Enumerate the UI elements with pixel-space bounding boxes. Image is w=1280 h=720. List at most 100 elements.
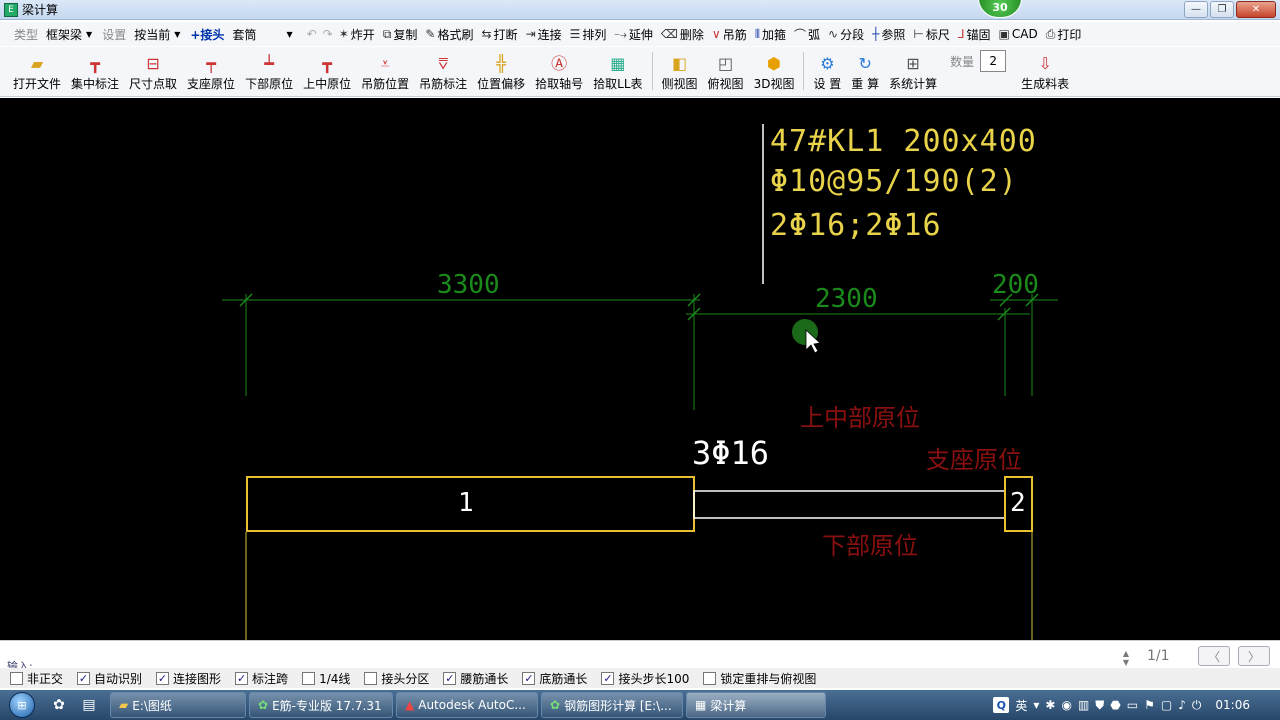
ime-language[interactable]: 英 (1015, 697, 1027, 714)
3d-view-button[interactable]: ⬢ 3D视图 (749, 46, 800, 96)
arc-button[interactable]: ⌒ 弧 (794, 26, 820, 43)
anchor-button[interactable]: ⅃ 锚固 (958, 26, 991, 43)
next-page-button[interactable]: 〉 (1238, 646, 1270, 666)
drawing-canvas[interactable]: 47#KL1 200x400 Φ10@95/190(2) 2Φ16;2Φ16 3… (0, 98, 1280, 640)
restore-button[interactable]: ❐ (1210, 1, 1234, 18)
start-button[interactable]: ⊞ (0, 690, 44, 720)
redo-icon[interactable]: ↷ (323, 27, 333, 41)
volume-icon[interactable]: ♪ (1178, 698, 1186, 712)
settings-select[interactable]: 按当前 ▼ (134, 26, 180, 43)
command-scroll[interactable]: ▲ ▼ (1120, 649, 1132, 669)
generate-schedule-button[interactable]: ⇩ 生成料表 (1016, 46, 1074, 96)
security-icon[interactable]: ◉ (1061, 698, 1071, 712)
settings-button[interactable]: ⚙ 设 置 (808, 46, 846, 96)
network-icon[interactable]: ▥ (1078, 698, 1089, 712)
option-checkbox[interactable]: ✓ 接头步长100 (601, 670, 689, 687)
clock[interactable]: 01:06 (1215, 698, 1250, 712)
ruler-button[interactable]: ⊢ 标尺 (913, 26, 949, 43)
explode-button[interactable]: ✶ 炸开 (339, 26, 375, 43)
print-button[interactable]: ⎙ 打印 (1046, 26, 1082, 43)
checkmark-icon[interactable]: ✓ (156, 671, 170, 685)
antivirus-icon[interactable]: ⬣ (1110, 698, 1120, 712)
stirrup-icon: ⦀ (754, 26, 760, 41)
bottom-original-button[interactable]: ┷ 下部原位 (240, 46, 298, 96)
option-checkbox[interactable]: 非正交 (10, 670, 63, 687)
checkmark-icon[interactable]: ✓ (443, 671, 457, 685)
dimension-pick-button[interactable]: ⊟ 尺寸点取 (124, 46, 182, 96)
open-file-button[interactable]: ▰ 打开文件 (8, 46, 66, 96)
add-stirrup-button[interactable]: ⦀ 加箍 (755, 26, 786, 43)
system-calculate-button[interactable]: ⊞ 系统计算 (884, 46, 942, 96)
flag-icon[interactable]: ⚑ (1144, 698, 1155, 712)
quantity-input[interactable]: 2 (980, 50, 1007, 72)
option-checkbox[interactable]: ✓ 自动识别 (77, 670, 142, 687)
shield-icon[interactable]: ⛊ (1095, 698, 1104, 713)
chevron-down-icon[interactable]: ▾ (1033, 698, 1039, 712)
checkmark-icon[interactable]: ✓ (601, 671, 615, 685)
prev-page-button[interactable]: 〈 (1198, 646, 1230, 666)
checkmark-icon[interactable]: ✓ (522, 671, 536, 685)
bluetooth-icon[interactable]: ✱ (1045, 698, 1055, 712)
delete-button[interactable]: ⌫ 删除 (661, 26, 704, 43)
checkmark-icon[interactable]: ✓ (77, 671, 91, 685)
type-select[interactable]: 框架梁 ▼ (46, 26, 92, 43)
support-original-button[interactable]: ┯ 支座原位 (182, 46, 240, 96)
explode-label: 炸开 (350, 27, 375, 42)
copy-button[interactable]: ⧉ 复制 (383, 26, 418, 43)
quicklaunch-app-icon[interactable]: ✿ (44, 690, 74, 720)
power-plug-icon[interactable]: ⏻ (1192, 698, 1202, 713)
hanger-bar-button[interactable]: ∨ 吊筋 (712, 26, 747, 43)
checkbox-box[interactable] (364, 671, 378, 685)
option-label: 腰筋通长 (460, 671, 509, 686)
reference-button[interactable]: ┼ 参照 (872, 26, 905, 43)
pick-axis-button[interactable]: Ⓐ 拾取轴号 (530, 46, 588, 96)
break-button[interactable]: ⇆ 打断 (481, 26, 517, 43)
sleeve-select[interactable]: 套筒 ▼ (232, 26, 292, 43)
option-checkbox[interactable]: ✓ 连接图形 (156, 670, 221, 687)
ruler-icon: ⊢ (913, 27, 924, 41)
settings-label: 设 置 (813, 77, 842, 91)
connect-button[interactable]: ⇥ 连接 (526, 26, 562, 43)
close-button[interactable]: ✕ (1236, 1, 1276, 18)
dimension-pick-label: 尺寸点取 (129, 77, 178, 91)
option-checkbox[interactable]: 1/4线 (302, 670, 350, 687)
option-checkbox[interactable]: 接头分区 (364, 670, 429, 687)
option-checkbox[interactable]: ✓ 腰筋通长 (443, 670, 508, 687)
option-checkbox[interactable]: 锁定重排与俯视图 (703, 670, 816, 687)
pick-ll-table-button[interactable]: ▦ 拾取LL表 (588, 46, 647, 96)
option-checkbox[interactable]: ✓ 标注跨 (235, 670, 288, 687)
task-rebar-calc[interactable]: ✿ 钢筋图形计算 [E:\... (541, 692, 683, 718)
cad-button[interactable]: ▣ CAD (999, 27, 1038, 41)
hanger-position-button[interactable]: ⩡ 吊筋位置 (356, 46, 414, 96)
arrange-button[interactable]: ☰ 排列 (570, 26, 607, 43)
format-brush-button[interactable]: ✎ 格式刷 (425, 26, 473, 43)
checkbox-box[interactable] (302, 671, 316, 685)
ime-q-icon[interactable]: Q (993, 697, 1010, 713)
notification-badge[interactable]: 30 (978, 0, 1022, 18)
checkbox-box[interactable] (703, 671, 717, 685)
recalculate-button[interactable]: ↻ 重 算 (846, 46, 884, 96)
task-autocad[interactable]: ▲ Autodesk AutoC... (396, 692, 538, 718)
quicklaunch-calculator-icon[interactable]: ▤ (74, 690, 104, 720)
checkmark-icon[interactable]: ✓ (235, 671, 249, 685)
monitor-icon[interactable]: ▢ (1161, 698, 1172, 712)
upper-middle-original-button[interactable]: ┳ 上中原位 (298, 46, 356, 96)
task-explorer[interactable]: ▰ E:\图纸 (110, 692, 246, 718)
option-checkbox[interactable]: ✓ 底筋通长 (522, 670, 587, 687)
task-beam-calc[interactable]: ▦ 梁计算 (686, 692, 826, 718)
command-line[interactable]: 输入: ▲ ▼ (0, 640, 1280, 673)
side-view-button[interactable]: ◧ 侧视图 (657, 46, 703, 96)
hanger-annotation-button[interactable]: ⩢ 吊筋标注 (414, 46, 472, 96)
checkbox-box[interactable] (10, 671, 23, 685)
task-ejin[interactable]: ✿ E筋-专业版 17.7.31 (249, 692, 393, 718)
centralized-annotation-button[interactable]: ┳ 集中标注 (66, 46, 124, 96)
joint-button[interactable]: +接头 (190, 26, 224, 43)
segment-button[interactable]: ∿ 分段 (828, 26, 864, 43)
battery-icon[interactable]: ▭ (1127, 698, 1138, 712)
undo-icon[interactable]: ↶ (307, 27, 317, 41)
extend-button[interactable]: ⤍ 延伸 (614, 26, 653, 43)
top-view-button[interactable]: ◰ 俯视图 (703, 46, 749, 96)
minimize-button[interactable]: — (1184, 1, 1208, 18)
position-offset-button[interactable]: ╬ 位置偏移 (472, 46, 530, 96)
delete-label: 删除 (679, 27, 704, 42)
